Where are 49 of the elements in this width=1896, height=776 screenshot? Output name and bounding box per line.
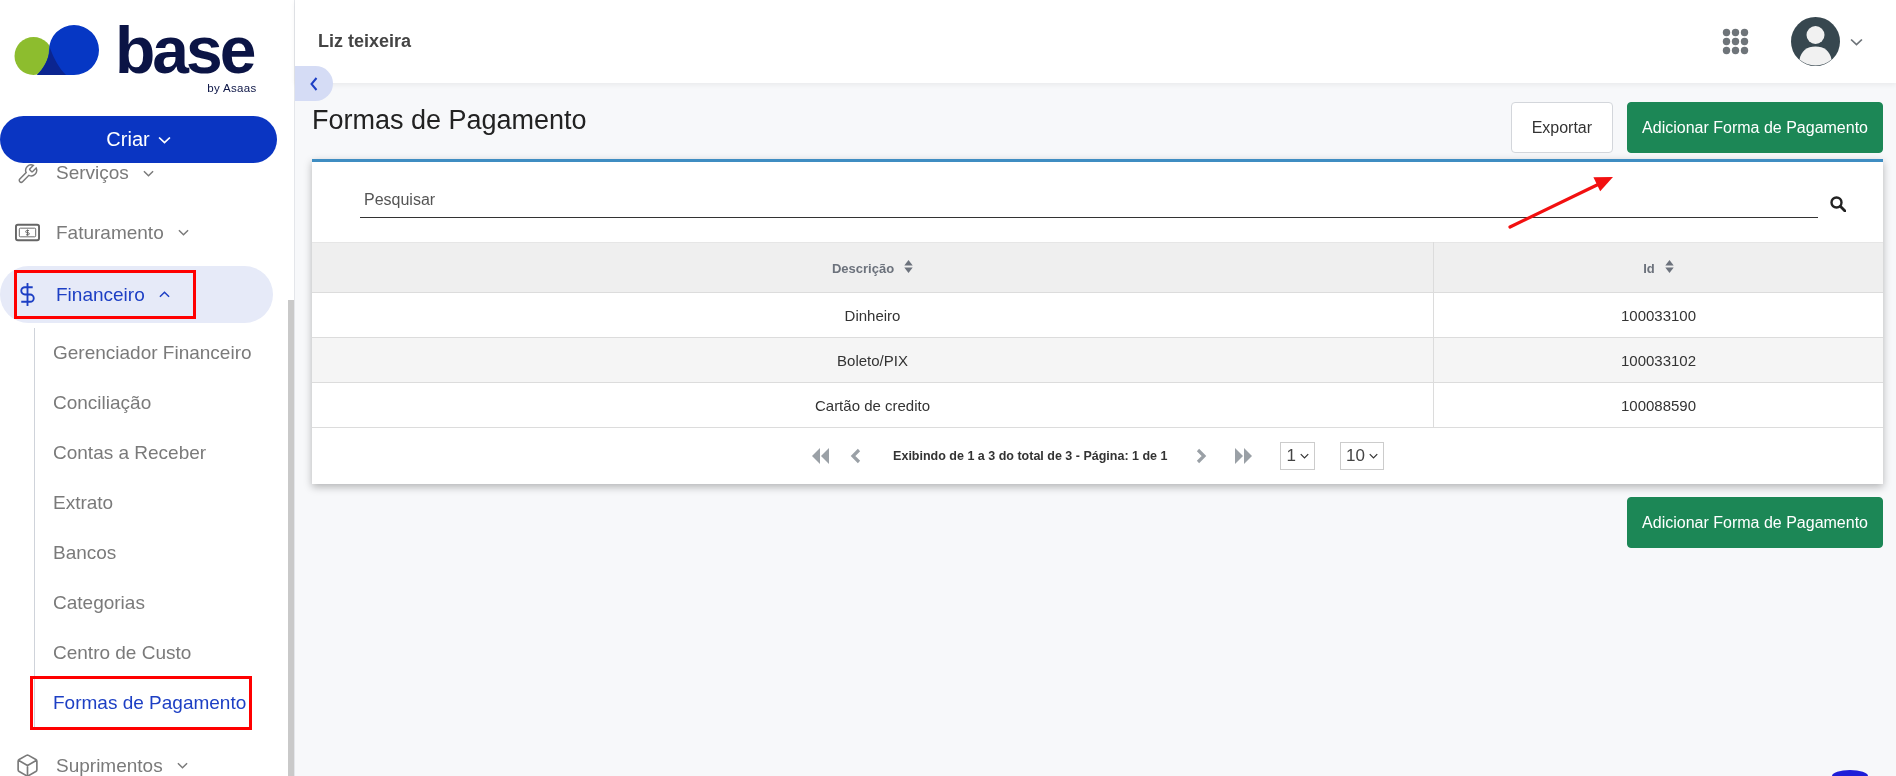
add-button[interactable]: Adicionar Forma de Pagamento	[1627, 102, 1883, 153]
table-cell: Boleto/PIX	[312, 337, 1434, 383]
search-icon[interactable]	[1830, 196, 1846, 212]
table-cell: Dinheiro	[312, 292, 1434, 338]
chevron-down-icon	[157, 135, 171, 144]
sidebar-item[interactable]: Financeiro	[0, 266, 273, 323]
add-button[interactable]: Adicionar Forma de Pagamento	[1627, 497, 1883, 548]
search-field[interactable]: Pesquisar	[360, 182, 1818, 218]
user-name: Liz teixeira	[318, 31, 413, 52]
sidebar-item[interactable]: Faturamento	[0, 204, 273, 261]
scrollbar-thumb[interactable]	[288, 300, 294, 776]
collapse-sidebar-button[interactable]	[295, 66, 333, 101]
create-button[interactable]: Criar	[0, 116, 277, 163]
submenu-item[interactable]: Centro de Custo	[35, 628, 271, 678]
chevron-down-icon	[1850, 37, 1863, 46]
export-button[interactable]: Exportar	[1510, 102, 1614, 153]
submenu-item[interactable]: Bancos	[35, 528, 271, 578]
floating-button[interactable]	[1832, 770, 1868, 776]
page-select[interactable]: 1	[1280, 442, 1315, 470]
pagination-summary: Exibindo de 1 a 3 do total de 3 - Página: 1 de 1	[893, 449, 1168, 463]
table-cell: 100033102	[1433, 337, 1883, 383]
logo-icon	[14, 24, 100, 76]
avatar-icon[interactable]	[1791, 17, 1840, 66]
column-header[interactable]: Descrição	[312, 242, 1434, 293]
chevron-left-icon	[310, 76, 318, 91]
caret-icon	[1299, 453, 1309, 459]
table-cell: 100088590	[1433, 382, 1883, 428]
apps-grid-icon[interactable]	[1722, 28, 1749, 55]
submenu-item[interactable]: Formas de Pagamento	[35, 678, 271, 728]
caret-icon	[1368, 453, 1378, 459]
submenu-item[interactable]: Categorias	[35, 578, 271, 628]
submenu-item[interactable]: Extrato	[35, 478, 271, 528]
sidebar-item[interactable]: Suprimentos	[0, 737, 273, 776]
logo-tagline: by Asaas	[207, 82, 257, 94]
submenu-item[interactable]: Contas a Receber	[35, 428, 271, 478]
table-cell: 100033100	[1433, 292, 1883, 338]
column-header[interactable]: Id	[1433, 242, 1883, 293]
page-title: Formas de Pagamento	[312, 104, 587, 137]
last-page-icon[interactable]	[1234, 448, 1254, 464]
logo-wordmark: base	[115, 24, 254, 76]
box-icon	[15, 753, 40, 776]
first-page-icon[interactable]	[811, 448, 831, 464]
submenu-item[interactable]: Conciliação	[35, 378, 271, 428]
sidebar-item[interactable]: Serviços	[0, 163, 273, 199]
page-size-select[interactable]: 10	[1339, 442, 1384, 470]
table-cell: Cartão de credito	[312, 382, 1434, 428]
next-page-icon[interactable]	[1196, 448, 1208, 464]
previous-page-icon[interactable]	[850, 448, 862, 464]
submenu-item[interactable]: Gerenciador Financeiro	[35, 328, 271, 378]
